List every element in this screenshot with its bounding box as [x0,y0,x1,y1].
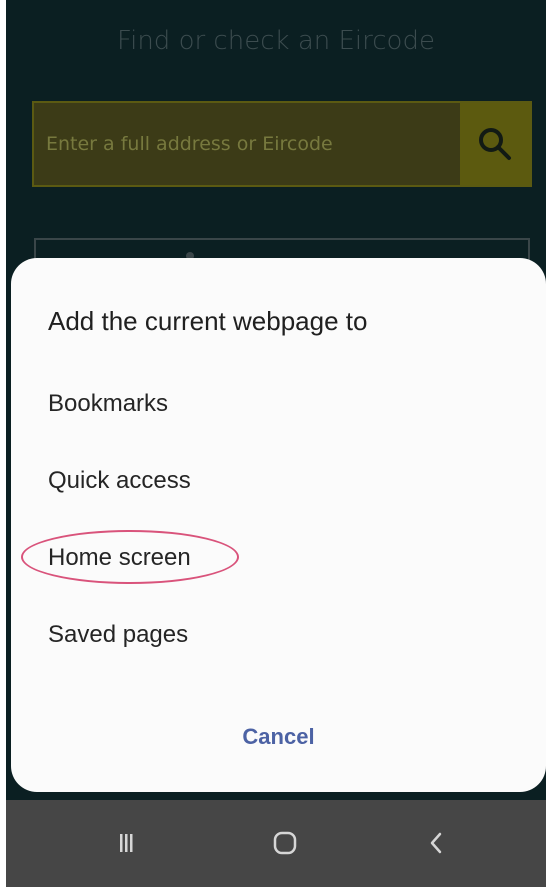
search-bar [32,101,532,187]
search-button[interactable] [460,103,530,185]
menu-item-home-screen[interactable]: Home screen [48,544,191,572]
home-icon [273,831,297,855]
home-button[interactable] [255,818,315,868]
add-to-dialog: Add the current webpage to Bookmarks Qui… [11,258,546,792]
menu-item-saved-pages[interactable]: Saved pages [48,621,188,649]
back-button[interactable] [406,818,466,868]
navigation-bar [6,800,546,887]
menu-item-bookmarks[interactable]: Bookmarks [48,390,168,418]
search-icon [479,128,511,160]
cancel-button[interactable]: Cancel [11,724,546,750]
search-input[interactable] [34,103,458,185]
screen: Find or check an Eircode Add the current… [0,0,546,887]
menu-item-quick-access[interactable]: Quick access [48,467,191,495]
dialog-title: Add the current webpage to [48,306,368,336]
recents-button[interactable] [96,818,156,868]
recents-icon [120,834,133,852]
page-title: Find or check an Eircode [117,26,435,56]
back-icon [430,832,442,854]
